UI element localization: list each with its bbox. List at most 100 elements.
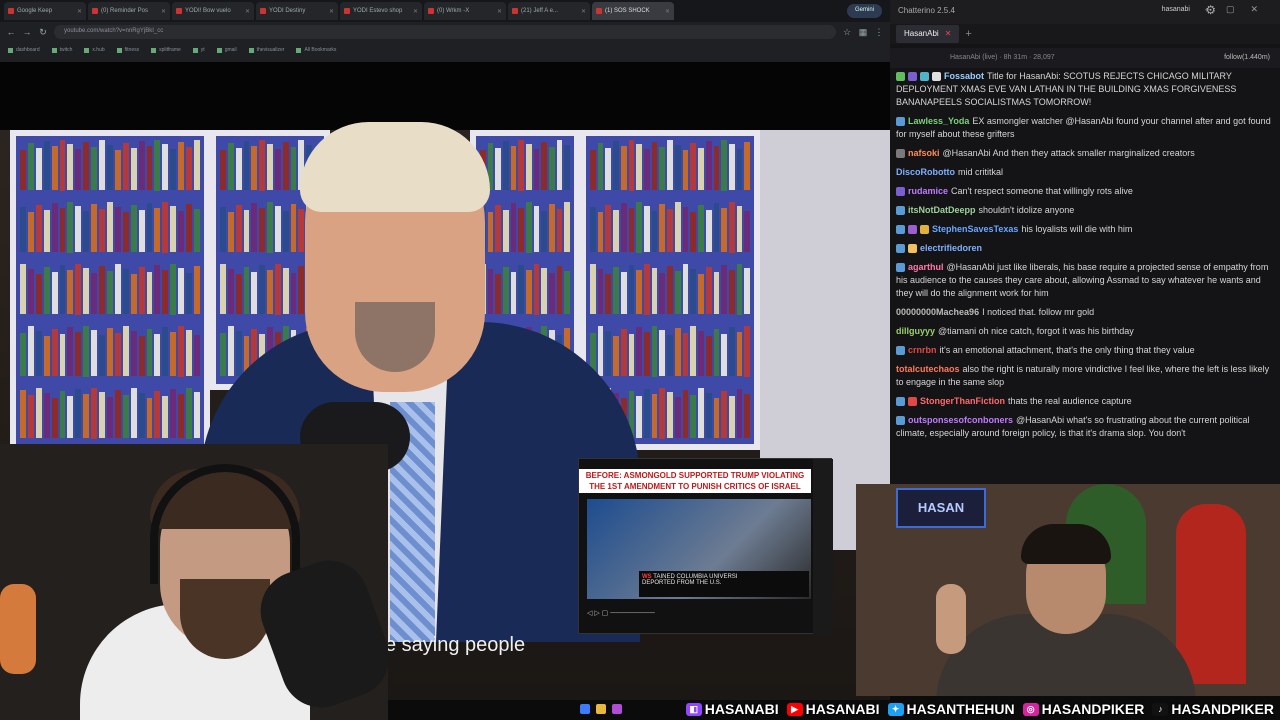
book-row (586, 260, 754, 318)
chat-username[interactable]: StongerThanFiction (920, 396, 1005, 406)
reload-icon[interactable]: ↻ (38, 27, 48, 37)
browser-tab[interactable]: (0) Wrkm -X ✕ (424, 2, 506, 20)
chat-username[interactable]: Fossabot (944, 71, 984, 81)
star-icon[interactable]: ☆ (842, 27, 852, 37)
chat-message[interactable]: DiscoRobotto mid crititkal (896, 166, 1276, 179)
bookmark-item[interactable]: gmail (216, 47, 237, 53)
chat-message[interactable]: StephenSavesTexas his loyalists will die … (896, 223, 1276, 236)
bookmark-item[interactable]: All Bookmarks (296, 47, 336, 53)
browser-tab[interactable]: (0) Reminder Pos ✕ (88, 2, 170, 20)
chat-message[interactable]: nafsoki @HasanAbi And then they attack sm… (896, 147, 1276, 160)
chat-username[interactable]: 00000000Machea96 (896, 307, 979, 317)
browser-tab-label: YODI Estevo shop (353, 8, 403, 14)
chat-message-text: thats the real audience capture (1008, 396, 1132, 406)
chat-username[interactable]: dillguyyy (896, 326, 935, 336)
chat-username[interactable]: outsponsesofconboners (908, 415, 1013, 425)
book-row (586, 136, 754, 194)
chat-message-list[interactable]: Fossabot Title for HasanAbi: SCOTUS REJEC… (896, 70, 1276, 480)
forward-icon[interactable]: → (22, 27, 32, 37)
bookmark-label: yt (200, 47, 205, 53)
bookmark-item[interactable]: x.hub (84, 47, 105, 53)
menu-icon[interactable]: ⋮ (874, 27, 884, 37)
chat-username[interactable]: agarthul (908, 262, 944, 272)
chat-username[interactable]: Lawless_Yoda (908, 116, 969, 126)
browser-tab[interactable]: (21) Jeff A e... ✕ (508, 2, 590, 20)
close-icon[interactable]: ✕ (945, 29, 952, 38)
address-bar[interactable]: youtube.com/watch?v=nnRgYjBkI_cc (54, 25, 836, 39)
chat-username[interactable]: rudamice (908, 186, 948, 196)
browser-tab[interactable]: Google Keep ✕ (4, 2, 86, 20)
book-row (16, 260, 204, 318)
chat-message[interactable]: totalcutechaos also the right is naturall… (896, 363, 1276, 389)
chat-message-text: @HasanAbi just like liberals, his base r… (896, 262, 1269, 298)
browser-tab-label: (0) Reminder Pos (101, 8, 149, 14)
chat-badge-icon (896, 149, 905, 159)
extensions-icon[interactable]: ▦ (858, 27, 868, 37)
browser-tab[interactable]: YODI! Bow vuelo ✕ (172, 2, 254, 20)
chat-message[interactable]: crnrbn it's an emotional attachment, that… (896, 344, 1276, 357)
chat-message[interactable]: dillguyyy @tiamani oh nice catch, forgot … (896, 325, 1276, 338)
chat-username[interactable]: StephenSavesTexas (932, 224, 1018, 234)
browser-tab-strip: Google Keep ✕ (0) Reminder Pos ✕ YODI! Bow v… (0, 0, 890, 22)
plush-toy (0, 584, 36, 674)
chat-message[interactable]: outsponsesofconboners @HasanAbi what's so… (896, 414, 1276, 440)
bookmark-icon (192, 47, 198, 53)
chat-badge-icon (896, 397, 905, 407)
chat-badge-icon (896, 346, 905, 356)
chat-message[interactable]: electrifiedoren (896, 242, 1276, 255)
chat-message[interactable]: 00000000Machea96 I noticed that. follow m… (896, 306, 1276, 319)
gemini-button[interactable]: Gemini (846, 4, 882, 18)
close-icon[interactable]: ✕ (413, 8, 418, 15)
bookmark-item[interactable]: fitness (116, 47, 139, 53)
browser-tab-label: (1) SOS SHOCK (605, 8, 650, 14)
chat-badge-icon (896, 72, 905, 82)
close-icon[interactable]: ✕ (665, 8, 670, 15)
bookmark-item[interactable]: dashboard (8, 47, 40, 53)
browser-tab[interactable]: YODI Estevo shop ✕ (340, 2, 422, 20)
chat-badge-icon (932, 72, 941, 82)
close-icon[interactable]: ✕ (329, 8, 334, 15)
chat-tab-label: HasanAbi (904, 29, 939, 38)
close-icon[interactable]: ✕ (581, 8, 586, 15)
chat-message[interactable]: rudamice Can't respect someone that willi… (896, 185, 1276, 198)
webcam-streamer-right: HASAN (856, 484, 1280, 696)
chat-message[interactable]: agarthul @HasanAbi just like liberals, hi… (896, 261, 1276, 300)
browser-tab[interactable]: YODI Destiny ✕ (256, 2, 338, 20)
chat-message-text: his loyalists will die with him (1021, 224, 1133, 234)
bookmark-label: gmail (224, 47, 237, 53)
tab-hasanabi[interactable]: HasanAbi ✕ (896, 25, 960, 43)
chat-username[interactable]: totalcutechaos (896, 364, 960, 374)
chat-message[interactable]: Lawless_Yoda EX asmongler watcher @HasanA… (896, 115, 1276, 141)
close-icon[interactable]: ✕ (161, 8, 166, 15)
window-controls[interactable]: ‒▢✕ (1205, 4, 1274, 15)
add-tab-icon[interactable]: + (965, 28, 971, 40)
back-icon[interactable]: ← (6, 27, 16, 37)
bookmark-icon (296, 47, 302, 53)
bookmark-item[interactable]: yt (192, 47, 205, 53)
bookmark-item[interactable]: splitframe (151, 47, 181, 53)
chat-username[interactable]: itsNotDatDeepp (908, 205, 976, 215)
bookmark-label: x.hub (92, 47, 105, 53)
browser-tab[interactable]: (1) SOS SHOCK ✕ (592, 2, 674, 20)
close-icon[interactable]: ✕ (497, 8, 502, 15)
chat-badge-icon (896, 244, 905, 254)
bookmark-item[interactable]: thevisualizer (248, 47, 284, 53)
social-handles-bar: ◧ HASANABI ▶ HASANABI ✦ HASANTHEHUN ◎ HASANDPIK… (580, 698, 1280, 720)
bookmark-label: dashboard (16, 47, 40, 53)
thumbnail-controls[interactable]: ◁ ▷ ▢ ───────── (587, 609, 811, 629)
chat-username[interactable]: hasanabi (1162, 6, 1190, 13)
follow-button[interactable]: follow(1.440m) (1224, 54, 1270, 61)
chat-username[interactable]: nafsoki (908, 148, 940, 158)
chat-message[interactable]: itsNotDatDeepp shouldn't idolize anyone (896, 204, 1276, 217)
close-icon[interactable]: ✕ (77, 8, 82, 15)
chat-message[interactable]: StongerThanFiction thats the real audienc… (896, 395, 1276, 408)
bookmark-item[interactable]: twitch (51, 47, 72, 53)
bookmark-icon (8, 47, 13, 53)
chat-username[interactable]: electrifiedoren (920, 243, 982, 253)
chat-username[interactable]: DiscoRobotto (896, 167, 955, 177)
chat-message[interactable]: Fossabot Title for HasanAbi: SCOTUS REJEC… (896, 70, 1276, 109)
chat-username[interactable]: crnrbn (908, 345, 937, 355)
close-icon[interactable]: ✕ (245, 8, 250, 15)
video-thumbnail-overlay[interactable]: BEFORE: ASMONGOLD SUPPORTED TRUMP VIOLAT… (578, 458, 833, 635)
browser-tab-label: (21) Jeff A e... (521, 8, 558, 14)
